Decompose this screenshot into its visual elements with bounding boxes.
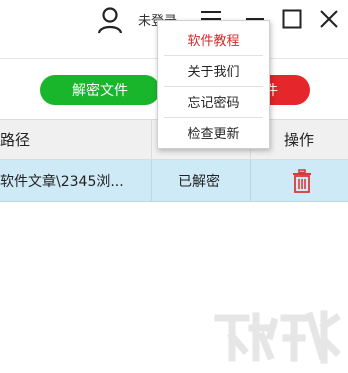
row-path: 软件文章\2345浏... [0, 173, 124, 190]
main-dropdown-menu: 软件教程 关于我们 忘记密码 检查更新 [157, 20, 270, 149]
table-row[interactable]: 软件文章\2345浏... 已解密 [0, 160, 348, 202]
column-header-path[interactable]: 路径 [0, 120, 30, 159]
menu-item-about-us[interactable]: 关于我们 [158, 56, 269, 84]
column-divider [151, 120, 152, 159]
menu-item-software-tutorial[interactable]: 软件教程 [158, 25, 269, 53]
menu-item-forgot-password[interactable]: 忘记密码 [158, 87, 269, 115]
column-header-operation[interactable]: 操作 [284, 120, 314, 159]
user-icon[interactable] [96, 6, 124, 34]
close-icon[interactable] [316, 6, 342, 32]
menu-item-check-update[interactable]: 检查更新 [158, 118, 269, 146]
column-divider [151, 160, 152, 201]
maximize-icon[interactable] [279, 6, 305, 32]
watermark-logo [212, 306, 342, 368]
decrypt-file-button[interactable]: 解密文件 [40, 75, 160, 105]
column-divider [250, 160, 251, 201]
trash-icon[interactable] [290, 160, 314, 201]
row-status: 已解密 [178, 173, 220, 190]
